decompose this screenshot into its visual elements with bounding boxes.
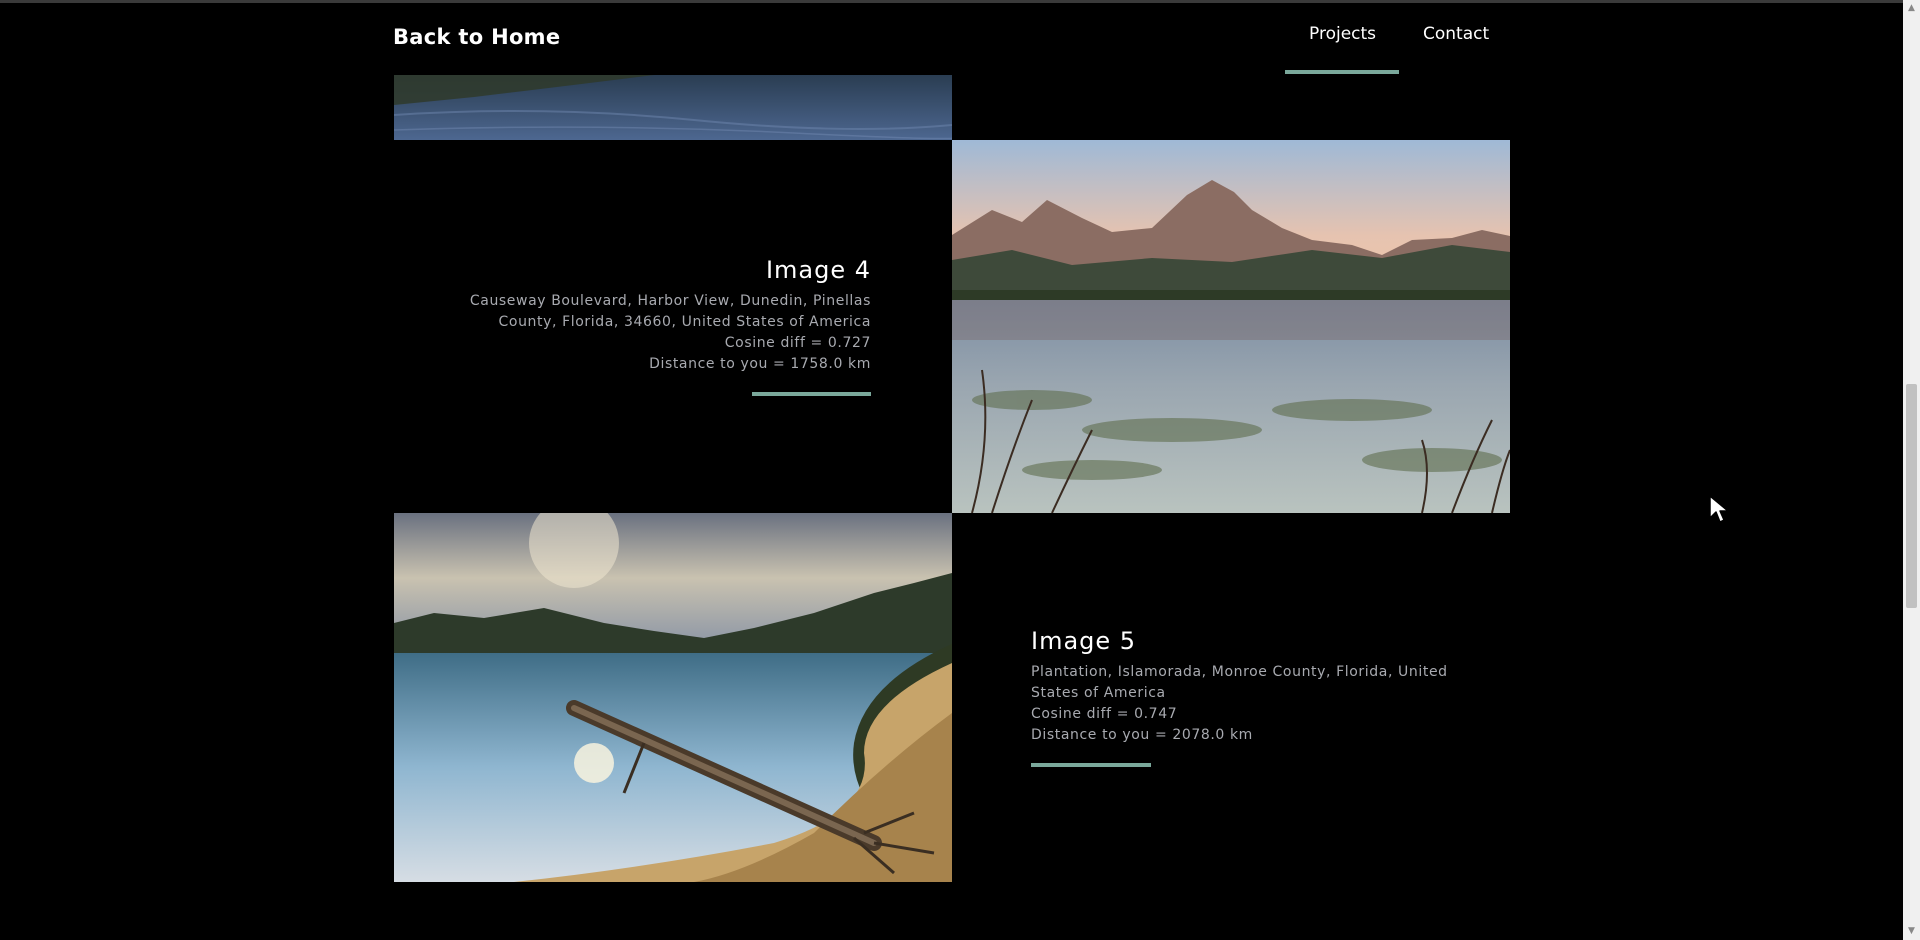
nav-active-indicator	[1285, 70, 1399, 74]
image-5-address: Plantation, Islamorada, Monroe County, F…	[1031, 664, 1448, 701]
image-4-details: Causeway Boulevard, Harbor View, Dunedin…	[451, 291, 871, 375]
image-5-accent-bar	[1031, 763, 1151, 767]
gallery-image-4[interactable]	[952, 140, 1510, 513]
image-4-distance: Distance to you = 1758.0 km	[649, 356, 871, 372]
vertical-scrollbar[interactable]: ▲ ▼	[1903, 0, 1920, 940]
mouse-pointer-icon	[1709, 495, 1729, 523]
back-to-home-link[interactable]: Back to Home	[393, 25, 560, 49]
image-5-title: Image 5	[1031, 627, 1137, 655]
scroll-down-arrow-icon[interactable]: ▼	[1903, 923, 1920, 940]
window-top-border	[0, 0, 1920, 3]
image-4-accent-bar	[752, 392, 871, 396]
image-4-cosine: Cosine diff = 0.727	[724, 335, 871, 351]
gallery-image-3-partial	[394, 75, 952, 140]
image-5-distance: Distance to you = 2078.0 km	[1031, 727, 1253, 743]
image-4-title: Image 4	[765, 256, 871, 284]
nav-contact[interactable]: Contact	[1423, 24, 1489, 44]
nav-projects[interactable]: Projects	[1309, 24, 1376, 44]
scrollbar-thumb[interactable]	[1906, 384, 1917, 608]
gallery-image-5[interactable]	[394, 513, 952, 882]
image-5-details: Plantation, Islamorada, Monroe County, F…	[1031, 662, 1451, 746]
image-4-address: Causeway Boulevard, Harbor View, Dunedin…	[469, 293, 871, 330]
image-5-cosine: Cosine diff = 0.747	[1031, 706, 1178, 722]
scroll-up-arrow-icon[interactable]: ▲	[1903, 0, 1920, 17]
